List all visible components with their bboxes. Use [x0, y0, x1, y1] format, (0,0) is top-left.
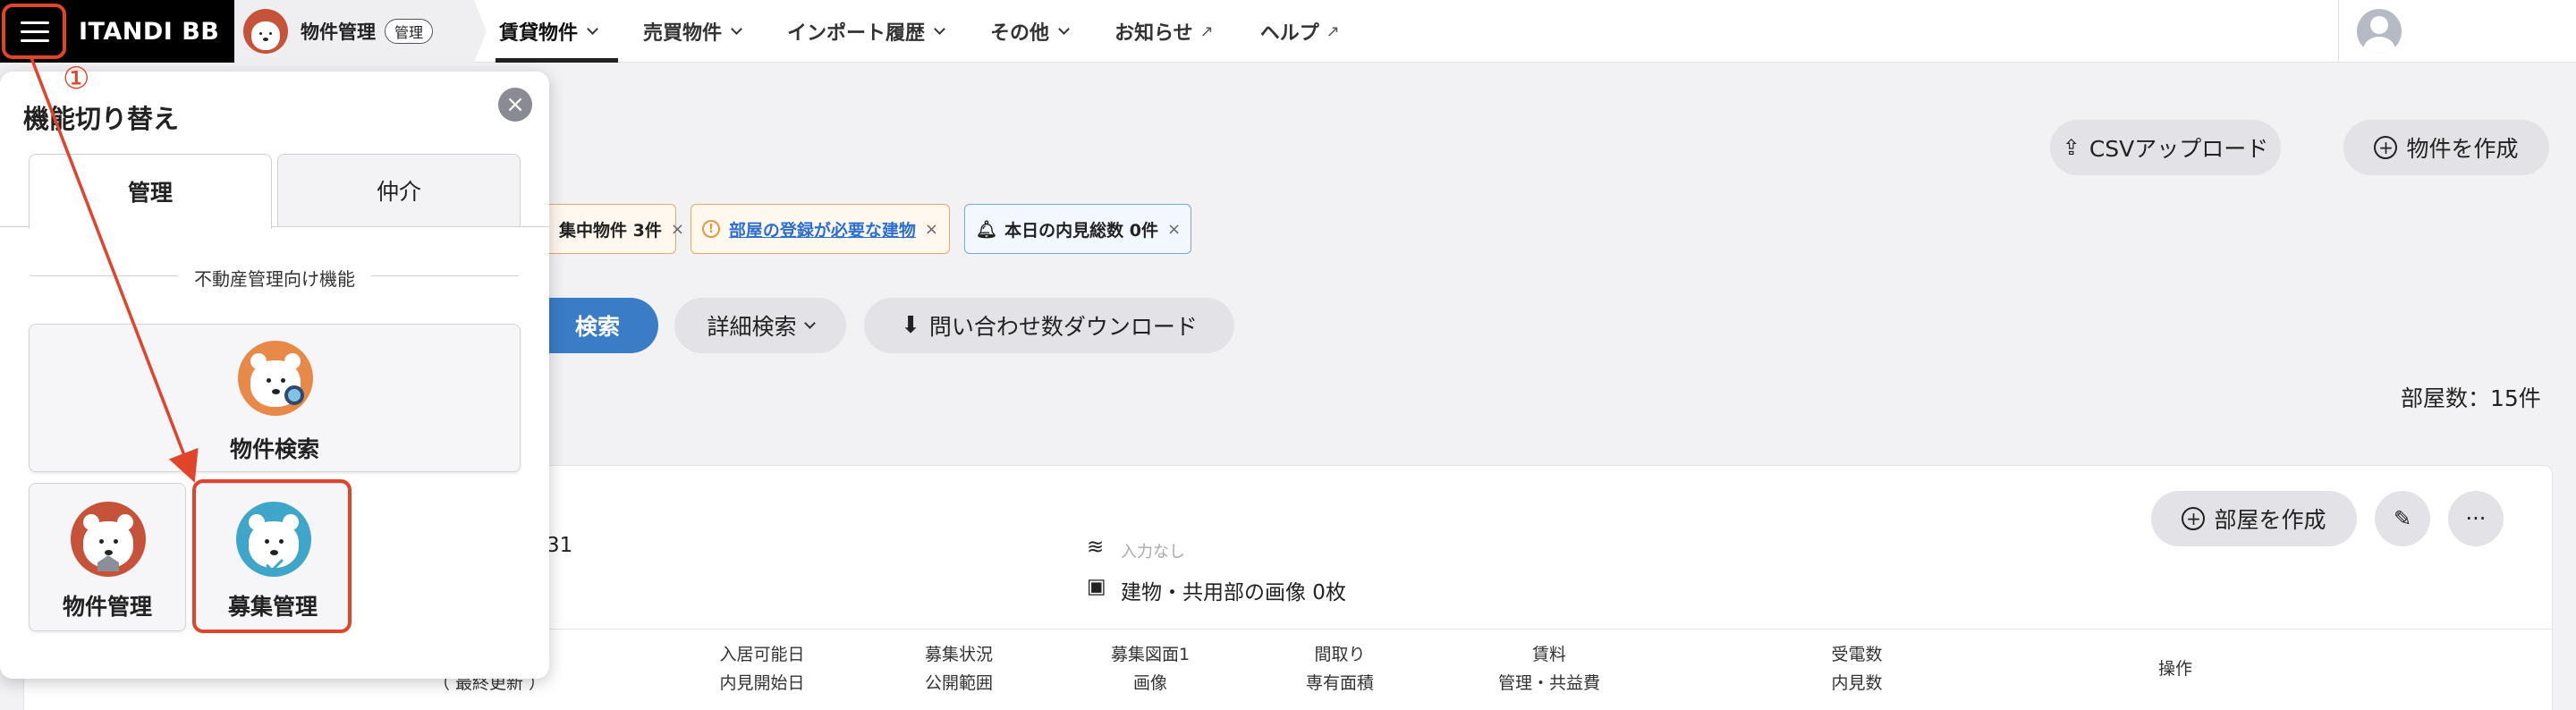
- plus-circle-icon: +: [2182, 507, 2206, 530]
- product-name: 物件管理: [301, 21, 376, 43]
- product-switcher[interactable]: 物件管理 管理: [234, 0, 474, 63]
- tab-brokerage[interactable]: 仲介: [277, 154, 521, 227]
- room-count: 部屋数：15件: [2401, 385, 2541, 411]
- file-upload-icon: ⇪: [2062, 135, 2080, 160]
- inquiry-download-button[interactable]: ⬇ 問い合わせ数ダウンロード: [864, 298, 1234, 353]
- product-badge: 管理: [385, 19, 434, 44]
- download-file-icon: ⬇: [901, 312, 920, 339]
- close-icon[interactable]: ×: [1167, 220, 1181, 239]
- external-link-icon: ↗: [1199, 21, 1214, 41]
- bear-search-icon: [238, 341, 313, 416]
- bear-management-icon: [71, 502, 146, 577]
- panel-title: 機能切り替え: [23, 104, 180, 134]
- create-property-button[interactable]: + 物件を作成: [2343, 120, 2549, 175]
- edit-icon[interactable]: ✎: [2375, 491, 2430, 546]
- main-nav: 賃貸物件 売買物件 インポート履歴 その他 お知らせ ↗ ヘルプ ↗: [495, 0, 1386, 63]
- header-viewing-start: 内見開始日: [719, 673, 805, 693]
- header-rent: 賃料: [1531, 645, 1566, 664]
- panel-tabs: 管理 仲介: [0, 154, 549, 229]
- tile-property-search[interactable]: 物件検索: [29, 324, 521, 472]
- section-label: 不動産管理向け機能: [30, 265, 519, 291]
- header-layout: 間取り: [1314, 645, 1366, 664]
- close-icon[interactable]: ×: [671, 220, 684, 239]
- header-area: 専有面積: [1305, 673, 1374, 693]
- chevron-down-icon: [587, 22, 598, 35]
- header-calls: 受電数: [1831, 645, 1883, 664]
- filter-chip-viewings-today[interactable]: 🔔︎ 本日の内見総数 0件 ×: [964, 204, 1191, 254]
- tab-management[interactable]: 管理: [29, 154, 272, 229]
- brand-logo[interactable]: ITANDI BB: [79, 18, 219, 46]
- bear-avatar-icon: [243, 9, 288, 54]
- annotation-highlight-menu: [2, 4, 66, 59]
- nav-rental-properties[interactable]: 賃貸物件: [495, 0, 619, 63]
- annotation-step-number: ①: [63, 61, 90, 97]
- header-management-fee: 管理・共益費: [1497, 673, 1600, 693]
- tile-label-property-management: 物件管理: [62, 594, 152, 620]
- user-menu[interactable]: [2338, 0, 2576, 63]
- header-public-range: 公開範囲: [924, 673, 993, 693]
- header-actions: 操作: [2157, 659, 2192, 679]
- csv-upload-button[interactable]: ⇪ CSVアップロード: [2050, 120, 2281, 175]
- chevron-down-icon: [731, 22, 742, 35]
- header-viewings: 内見数: [1831, 673, 1883, 693]
- no-input-text: 入力なし: [1121, 543, 1185, 562]
- user-avatar-icon: [2357, 9, 2402, 54]
- nav-help[interactable]: ヘルプ ↗: [1260, 0, 1340, 63]
- chevron-down-icon: [934, 22, 945, 35]
- nav-other[interactable]: その他: [990, 0, 1070, 63]
- filter-chip-rooms-needed[interactable]: ! 部屋の登録が必要な建物 ×: [691, 204, 950, 254]
- search-button[interactable]: 検索: [537, 298, 658, 353]
- image-icon: ▣: [1087, 575, 1106, 598]
- breadcrumb-arrow: [474, 0, 487, 63]
- plus-circle-icon: +: [2374, 136, 2398, 159]
- nav-news[interactable]: お知らせ ↗: [1114, 0, 1214, 63]
- tile-label-property-search: 物件検索: [229, 436, 319, 462]
- annotation-highlight-tile: [192, 479, 352, 633]
- filter-chip-concentrated[interactable]: 集中物件 3件 ×: [537, 204, 684, 254]
- close-icon[interactable]: ×: [498, 88, 532, 122]
- more-options-button[interactable]: ···: [2448, 491, 2504, 546]
- close-icon[interactable]: ×: [925, 220, 938, 239]
- detail-search-button[interactable]: 詳細検索: [674, 298, 846, 353]
- nav-sale-properties[interactable]: 売買物件: [643, 0, 742, 63]
- warning-icon: !: [702, 220, 720, 238]
- create-room-button[interactable]: + 部屋を作成: [2151, 491, 2357, 546]
- image-count: 建物・共用部の画像 0枚: [1121, 581, 1346, 604]
- header-recruit-drawing: 募集図面1: [1110, 645, 1191, 664]
- top-bar: ITANDI BB 物件管理 管理 賃貸物件 売買物件 インポート履歴 その他 …: [0, 0, 2576, 63]
- layers-icon: ≋: [1087, 536, 1105, 559]
- header-images: 画像: [1132, 673, 1167, 693]
- external-link-icon: ↗: [1326, 21, 1340, 41]
- tile-property-management[interactable]: 物件管理: [29, 483, 186, 631]
- bell-icon: 🔔︎: [976, 219, 998, 240]
- header-move-in-date: 入居可能日: [719, 645, 805, 664]
- chevron-down-icon: [1058, 22, 1070, 35]
- header-recruit-status: 募集状況: [924, 645, 993, 664]
- nav-import-history[interactable]: インポート履歴: [787, 0, 945, 63]
- property-number-partial: 31: [547, 534, 573, 557]
- chevron-down-icon: [803, 317, 816, 329]
